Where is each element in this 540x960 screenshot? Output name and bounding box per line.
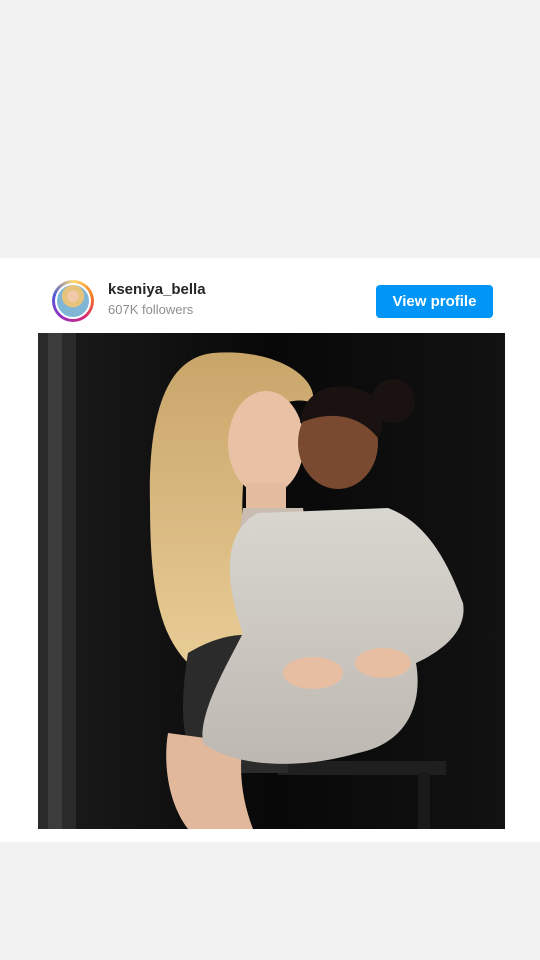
woman-hand-right <box>355 648 411 678</box>
view-profile-button[interactable]: View profile <box>376 285 493 318</box>
woman-hand-left <box>283 657 343 689</box>
chair-seat <box>278 761 446 775</box>
photo-illustration <box>38 333 505 829</box>
follower-count: 607K followers <box>108 302 194 317</box>
post-photo[interactable] <box>38 333 505 829</box>
instagram-embed-card: kseniya_bella 607K followers View profil… <box>0 258 540 842</box>
avatar-ring[interactable] <box>52 280 94 322</box>
username-link[interactable]: kseniya_bella <box>108 281 206 299</box>
woman-face <box>228 391 304 495</box>
page: kseniya_bella 607K followers View profil… <box>0 0 540 960</box>
chair-leg <box>418 773 430 829</box>
door-frame-highlight <box>48 333 62 829</box>
child-hair-bun <box>371 379 415 423</box>
avatar[interactable] <box>55 283 91 319</box>
post-header: kseniya_bella 607K followers View profil… <box>52 280 493 322</box>
user-meta: kseniya_bella 607K followers <box>108 281 206 319</box>
